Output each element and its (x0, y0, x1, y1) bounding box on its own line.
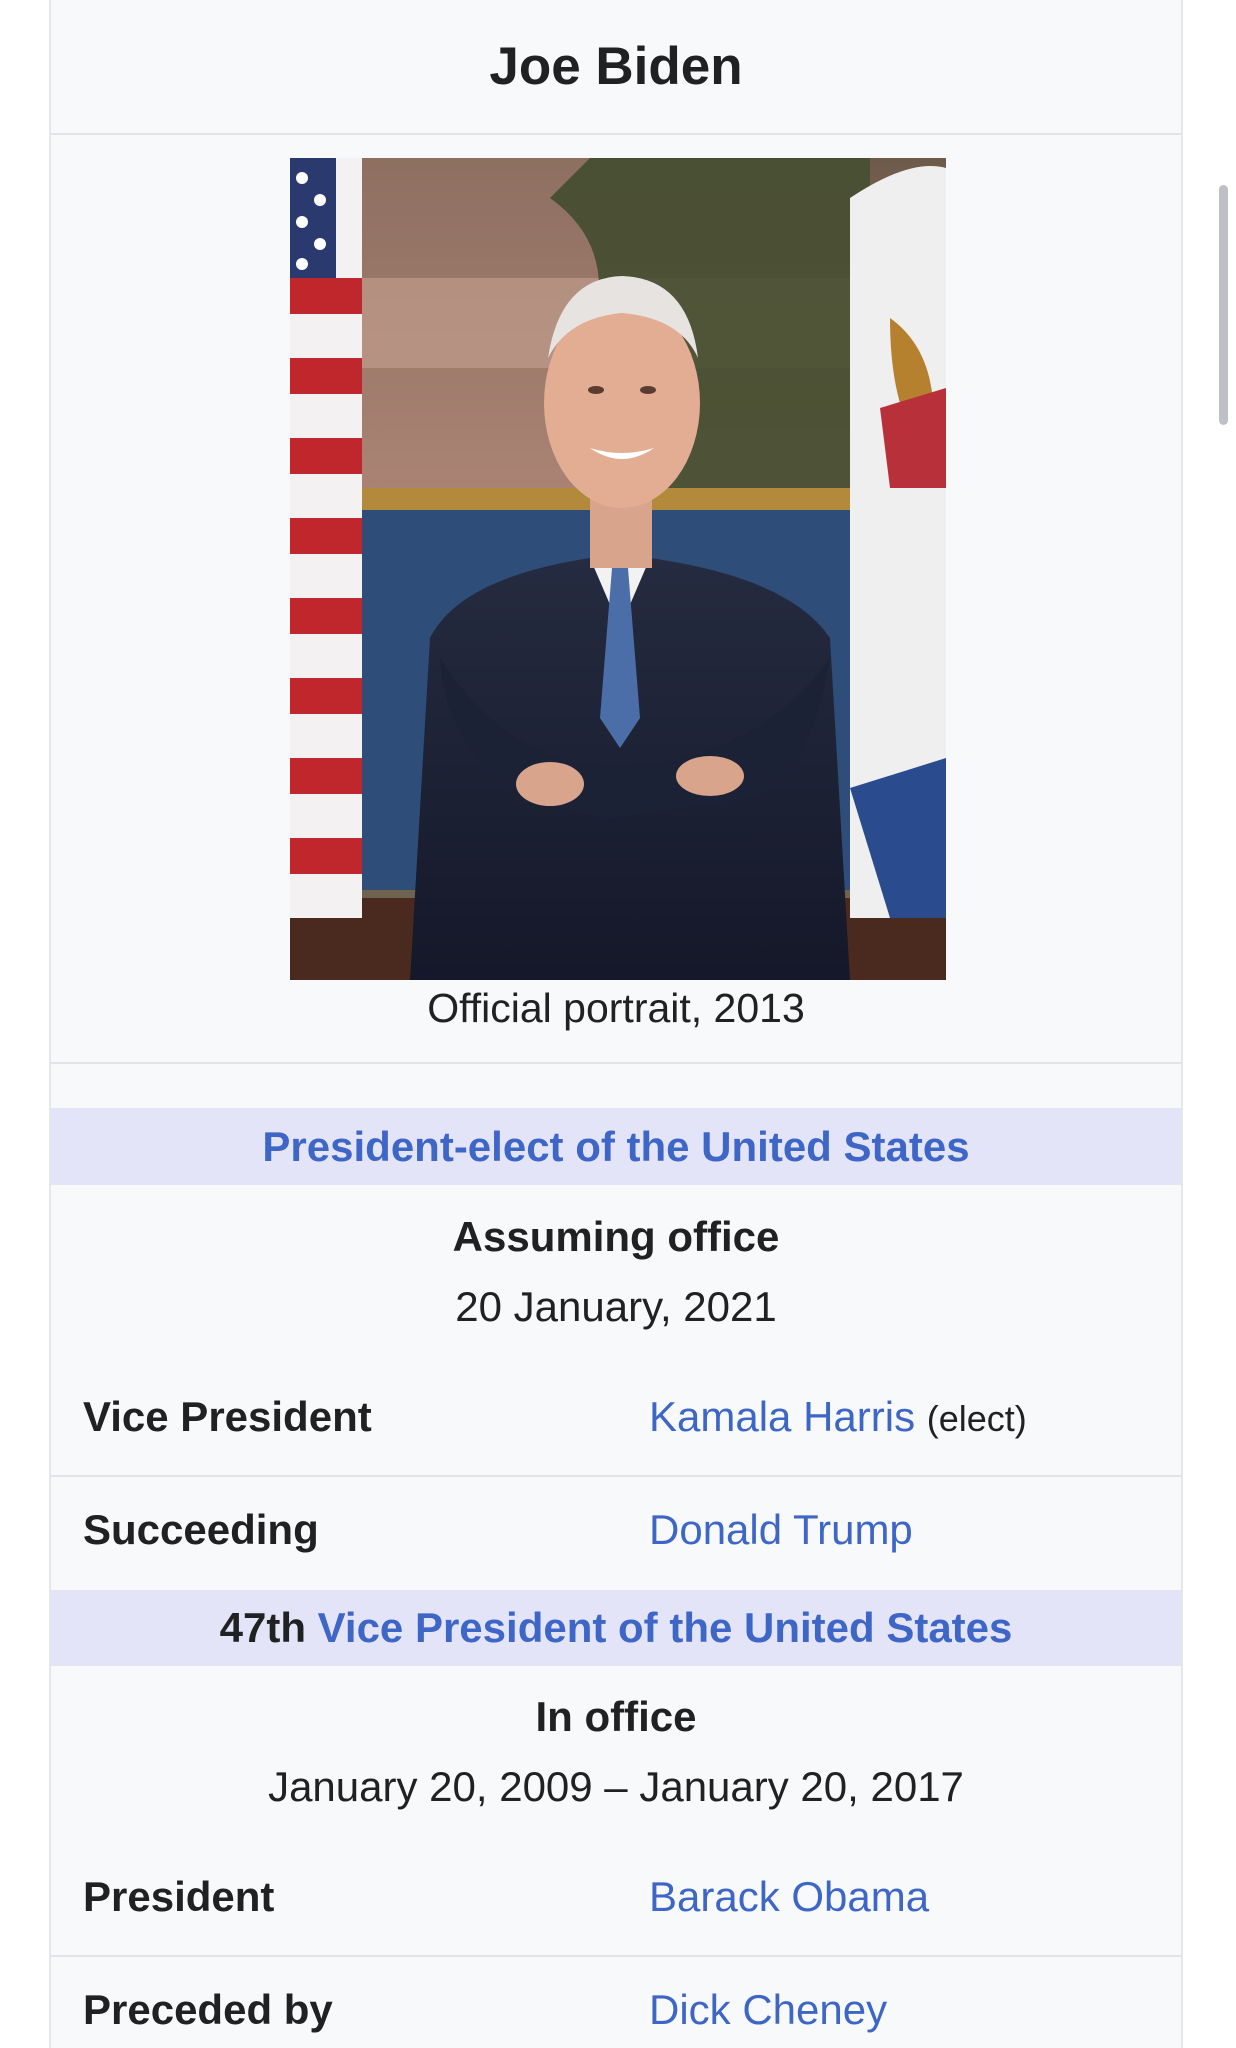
dick-cheney-link[interactable]: Dick Cheney (649, 1986, 887, 2034)
row-label: Succeeding (83, 1506, 319, 1553)
vertical-scrollbar[interactable] (1219, 185, 1228, 425)
divider (51, 1062, 1181, 1064)
row-label: Preceded by (83, 1986, 333, 2033)
row-value-link[interactable]: Kamala Harris (elect) (649, 1393, 1027, 1441)
page: Joe Biden Official portrait, 2013 Presid… (0, 0, 1236, 2048)
row-president: President Barack Obama (51, 1845, 1181, 1957)
president-elect-link[interactable]: President-elect of the United States (262, 1123, 969, 1171)
donald-trump-link[interactable]: Donald Trump (649, 1506, 913, 1554)
section-header-vice-president: 47th Vice President of the United States (51, 1590, 1181, 1666)
infobox: Joe Biden Official portrait, 2013 Presid… (49, 0, 1183, 2048)
assuming-office-label: Assuming office (452, 1213, 780, 1260)
image-caption: Official portrait, 2013 (427, 985, 805, 1031)
kamala-harris-link[interactable]: Kamala Harris (649, 1393, 915, 1440)
section-header-president-elect[interactable]: President-elect of the United States (51, 1108, 1181, 1185)
official-portrait-image[interactable] (290, 158, 946, 980)
infobox-title: Joe Biden (51, 0, 1181, 135)
vice-president-office-link[interactable]: Vice President of the United States (318, 1604, 1013, 1652)
row-succeeding: Succeeding Donald Trump (51, 1478, 1181, 1588)
in-office-label: In office (535, 1693, 697, 1740)
assuming-office-block: Assuming office 20 January, 2021 (51, 1213, 1181, 1331)
row-label: President (83, 1873, 275, 1920)
in-office-block: In office January 20, 2009 – January 20,… (51, 1693, 1181, 1811)
assuming-office-date: 20 January, 2021 (455, 1283, 777, 1330)
row-preceded-by: Preceded by Dick Cheney (51, 1958, 1181, 2048)
elect-note: (elect) (926, 1398, 1027, 1439)
in-office-dates: January 20, 2009 – January 20, 2017 (268, 1763, 964, 1810)
row-label: Vice President (83, 1393, 372, 1440)
row-vice-president: Vice President Kamala Harris (elect) (51, 1365, 1181, 1477)
barack-obama-link[interactable]: Barack Obama (649, 1873, 929, 1921)
portrait-illustration (290, 158, 946, 980)
ordinal-label: 47th (219, 1604, 306, 1651)
